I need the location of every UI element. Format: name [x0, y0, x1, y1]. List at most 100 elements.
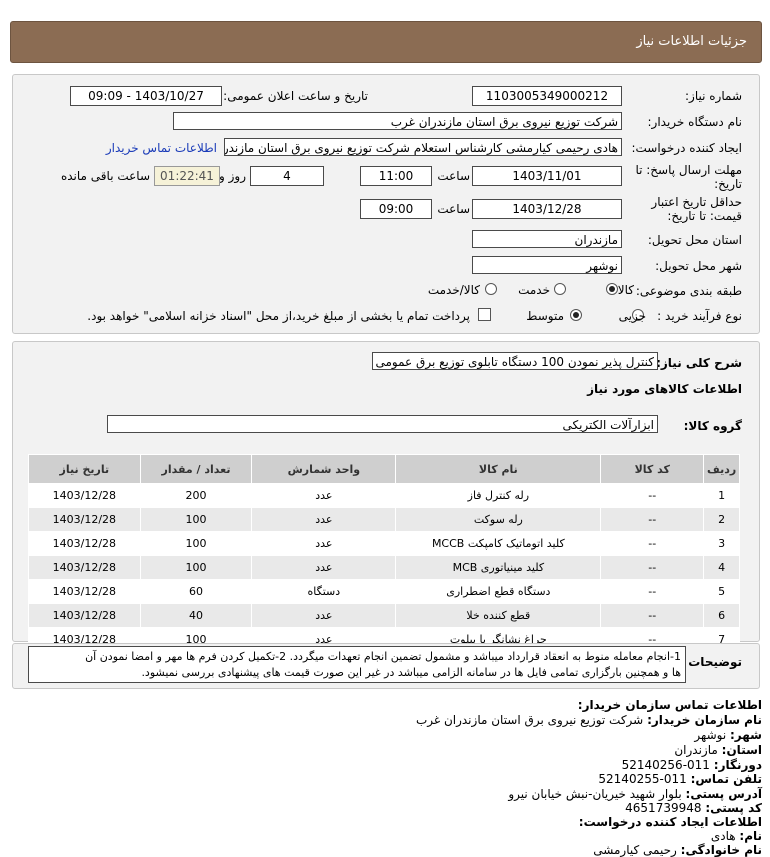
treasury-payment-checkbox[interactable] [478, 308, 491, 321]
deadline-date-field[interactable]: 1403/11/01 [472, 166, 622, 186]
col-qty-header: تعداد / مقدار [139, 454, 253, 484]
category-option-both: کالا/خدمت [427, 283, 480, 297]
creator-family: نام خانوادگی: رحیمی کیارمشی [593, 843, 762, 857]
cell-row: 2 [703, 507, 740, 532]
table-row[interactable]: 3 -- کلید اتوماتیک کامپکت MCCB عدد 100 1… [28, 531, 740, 556]
creator-name: نام: هادی [710, 829, 762, 843]
notes-label: توضیحات [688, 655, 742, 669]
deadline-time-field[interactable]: 11:00 [360, 166, 432, 186]
summary-field[interactable]: کنترل پذیر نمودن 100 دستگاه تابلوی توزیع… [372, 352, 658, 370]
cell-unit: عدد [251, 483, 397, 508]
page-title: جزئیات اطلاعات نیاز [636, 34, 747, 49]
col-name-header: نام کالا [395, 454, 602, 484]
table-row[interactable]: 1 -- رله کنترل فاز عدد 200 1403/12/28 [28, 483, 740, 508]
cell-name: قطع کننده خلا [395, 603, 602, 628]
cell-qty: 60 [139, 579, 253, 604]
process-label: نوع فرآیند خرید : [657, 309, 742, 323]
goods-table: ردیف کد کالا نام کالا واحد شمارش تعداد /… [28, 454, 740, 652]
deadline-time-label: ساعت [437, 169, 470, 183]
contact-buyer-link[interactable]: اطلاعات تماس خریدار [106, 141, 217, 155]
contact-province: استان: مازندران [674, 743, 762, 757]
contact-postal: کد پستی: 4651739948 [625, 801, 762, 815]
buyer-field[interactable]: شرکت توزیع نیروی برق استان مازندران غرب [173, 112, 622, 130]
cell-code: -- [600, 483, 705, 508]
process-option-minor: جزیی [618, 309, 646, 323]
contact-title: اطلاعات تماس سازمان خریدار: [577, 698, 762, 712]
cell-unit: عدد [251, 531, 397, 556]
remaining-days-field: 4 [250, 166, 324, 186]
validity-label: حداقل تاریخ اعتبار [651, 195, 742, 209]
category-radio-both[interactable] [485, 283, 497, 295]
creator-label: ایجاد کننده درخواست: [631, 141, 742, 155]
payment-note: پرداخت تمام یا بخشی از مبلغ خرید،از محل … [87, 309, 470, 323]
province-label: استان محل تحویل: [647, 233, 742, 247]
contact-fax: دورنگار: 011-52140256 [621, 758, 762, 772]
process-radio-medium[interactable] [570, 309, 582, 321]
deadline-label-2: تاریخ: [714, 177, 742, 191]
table-row[interactable]: 4 -- کلید مینیاتوری MCB عدد 100 1403/12/… [28, 555, 740, 580]
buyer-label: نام دستگاه خریدار: [647, 115, 743, 129]
notes-line-1: 1-انجام معامله منوط به انعقاد قرارداد می… [85, 650, 681, 663]
goods-group-field[interactable]: ابزارآلات الکتریکی [107, 415, 658, 433]
cell-code: -- [600, 579, 705, 604]
notes-line-2: ها و همچنین بارگزاری تمامی فایل ها در سا… [141, 666, 681, 679]
cell-unit: دستگاه [251, 579, 397, 604]
contact-address: آدرس پستی: بلوار شهید خیریان-نبش خیابان … [508, 787, 762, 801]
need-number-field[interactable]: 1103005349000212 [472, 86, 622, 106]
cell-code: -- [600, 531, 705, 556]
contact-org: نام سازمان خریدار: شرکت توزیع نیروی برق … [415, 713, 762, 727]
cell-qty: 100 [139, 507, 253, 532]
cell-qty: 100 [139, 555, 253, 580]
deadline-label: مهلت ارسال پاسخ: تا [635, 163, 742, 177]
cell-row: 4 [703, 555, 740, 580]
cell-name: کلید اتوماتیک کامپکت MCCB [395, 531, 602, 556]
category-radio-goods[interactable] [606, 283, 618, 295]
city-field[interactable]: نوشهر [472, 256, 622, 274]
col-date-header: تاریخ نیاز [28, 454, 141, 484]
cell-qty: 200 [139, 483, 253, 508]
cell-row: 3 [703, 531, 740, 556]
goods-group-label: گروه کالا: [683, 419, 742, 433]
province-field[interactable]: مازندران [472, 230, 622, 248]
table-row[interactable]: 2 -- رله سوکت عدد 100 1403/12/28 [28, 507, 740, 532]
validity-time-field[interactable]: 09:00 [360, 199, 432, 219]
cell-qty: 40 [139, 603, 253, 628]
category-radio-service[interactable] [554, 283, 566, 295]
creator-field[interactable]: هادی رحیمی کیارمشی کارشناس استعلام شرکت … [224, 138, 622, 156]
cell-date: 1403/12/28 [28, 555, 141, 580]
cell-date: 1403/12/28 [28, 483, 141, 508]
cell-name: رله کنترل فاز [395, 483, 602, 508]
summary-label: شرح کلی نیاز: [656, 356, 742, 370]
table-row[interactable]: 5 -- دستگاه قطع اضطراری دستگاه 60 1403/1… [28, 579, 740, 604]
cell-row: 1 [703, 483, 740, 508]
cell-unit: عدد [251, 507, 397, 532]
col-unit-header: واحد شمارش [251, 454, 397, 484]
announce-label: تاریخ و ساعت اعلان عمومی: [223, 89, 368, 103]
cell-date: 1403/12/28 [28, 507, 141, 532]
process-option-medium: متوسط [526, 309, 564, 323]
validity-time-label: ساعت [437, 202, 470, 216]
need-number-label: شماره نیاز: [685, 89, 742, 103]
contact-phone: تلفن تماس: 011-52140255 [598, 772, 762, 786]
cell-date: 1403/12/28 [28, 603, 141, 628]
cell-row: 5 [703, 579, 740, 604]
contact-city: شهر: نوشهر [694, 728, 762, 742]
remaining-time-field: 01:22:41 [154, 166, 220, 186]
category-option-service: خدمت [518, 283, 550, 297]
validity-label-2: قیمت: تا تاریخ: [667, 209, 742, 223]
cell-row: 6 [703, 603, 740, 628]
col-code-header: کد کالا [600, 454, 705, 484]
col-row-header: ردیف [703, 454, 740, 484]
goods-table-header: ردیف کد کالا نام کالا واحد شمارش تعداد /… [28, 454, 740, 484]
remaining-label: ساعت باقی مانده [60, 169, 150, 183]
cell-code: -- [600, 555, 705, 580]
cell-date: 1403/12/28 [28, 579, 141, 604]
validity-date-field[interactable]: 1403/12/28 [472, 199, 622, 219]
cell-unit: عدد [251, 555, 397, 580]
announce-field[interactable]: 1403/10/27 - 09:09 [70, 86, 222, 106]
table-row[interactable]: 6 -- قطع کننده خلا عدد 40 1403/12/28 [28, 603, 740, 628]
cell-date: 1403/12/28 [28, 531, 141, 556]
notes-box: 1-انجام معامله منوط به انعقاد قرارداد می… [28, 646, 686, 683]
cell-code: -- [600, 507, 705, 532]
cell-unit: عدد [251, 603, 397, 628]
